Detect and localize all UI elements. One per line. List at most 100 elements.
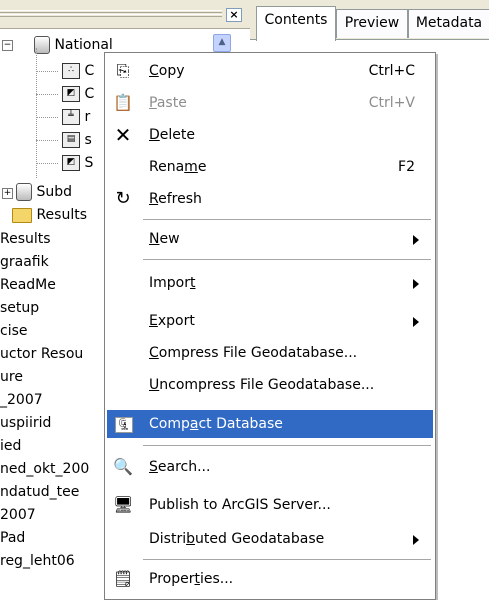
tree-item[interactable]: _2007 bbox=[0, 389, 43, 411]
menu-item-new[interactable]: New bbox=[107, 225, 433, 253]
menu-separator bbox=[143, 559, 431, 560]
pane-titlebar: × bbox=[0, 0, 250, 29]
collapse-icon[interactable]: − bbox=[2, 40, 13, 51]
tree-item-label: National bbox=[54, 37, 113, 53]
tree-item-national[interactable]: National bbox=[34, 34, 113, 56]
tree-item[interactable]: ndatud_tee bbox=[0, 481, 79, 503]
menu-item-label: Refresh bbox=[149, 191, 202, 207]
tree-item[interactable]: cise bbox=[0, 320, 28, 342]
menu-item-label: New bbox=[149, 231, 180, 247]
menu-item-label: Distributed Geodatabase bbox=[149, 531, 325, 547]
menu-item-label: Publish to ArcGIS Server... bbox=[149, 497, 331, 513]
tree-item[interactable]: setup bbox=[0, 297, 39, 319]
tree-item[interactable]: graafik bbox=[0, 251, 49, 273]
tree-item-child[interactable]: ▤ s bbox=[62, 129, 92, 151]
tree-item-child[interactable]: ╧ r bbox=[62, 106, 90, 128]
folder-icon bbox=[12, 207, 32, 223]
tree-item-label: ned_okt_200 bbox=[0, 461, 90, 477]
menu-item-label: Rename bbox=[149, 159, 207, 175]
tree-item-label: uspiirid bbox=[0, 415, 52, 431]
tree-item[interactable]: Pad bbox=[0, 527, 25, 549]
context-menu: ⎘ Copy Ctrl+C 📋 Paste Ctrl+V ✕ Delete Re… bbox=[104, 52, 436, 600]
publish-server-icon: 🖥 bbox=[113, 495, 134, 514]
menu-item-search[interactable]: 🔍 Search... bbox=[107, 453, 433, 481]
menu-item-compact-database[interactable]: 🗜 Compact Database bbox=[107, 410, 433, 438]
close-pane-button[interactable]: × bbox=[226, 8, 242, 22]
compact-database-icon: 🗜 bbox=[115, 417, 133, 433]
refresh-icon: ↻ bbox=[115, 188, 131, 209]
menu-item-import[interactable]: Import bbox=[107, 269, 433, 297]
tree-item-label: uctor Resou bbox=[0, 346, 84, 362]
tree-item-label: Results bbox=[0, 231, 51, 247]
tree-connector bbox=[36, 163, 58, 165]
tab-contents[interactable]: Contents bbox=[256, 6, 336, 41]
submenu-arrow-icon bbox=[413, 235, 419, 245]
tree-item-label: 2007 bbox=[0, 507, 36, 523]
tree-item[interactable]: Results bbox=[0, 228, 51, 250]
paste-icon: 📋 bbox=[113, 93, 133, 112]
pane-grip[interactable] bbox=[0, 10, 222, 13]
tree-item-label: S bbox=[84, 155, 94, 171]
tab-preview[interactable]: Preview bbox=[336, 9, 408, 38]
menu-item-shortcut: F2 bbox=[398, 159, 415, 175]
tree-item-label: s bbox=[84, 132, 92, 148]
tree-connector bbox=[36, 48, 38, 178]
search-icon: 🔍 bbox=[113, 457, 133, 476]
tab-metadata[interactable]: Metadata bbox=[408, 9, 489, 38]
tree-item[interactable]: ned_okt_200 bbox=[0, 458, 89, 480]
tree-item-label: graafik bbox=[0, 254, 49, 270]
menu-item-shortcut: Ctrl+C bbox=[368, 63, 415, 79]
submenu-arrow-icon bbox=[413, 279, 419, 289]
menu-separator bbox=[143, 219, 431, 220]
tree-item-label: reg_leht06 bbox=[0, 553, 75, 569]
tree-item-label: r bbox=[84, 109, 91, 125]
table-icon: ▤ bbox=[62, 132, 80, 148]
tree-item-label: C bbox=[84, 63, 95, 79]
tree-item[interactable]: ure bbox=[0, 366, 23, 388]
tree-connector bbox=[36, 94, 58, 96]
tree-item-label: ReadMe bbox=[0, 277, 56, 293]
tree-item[interactable]: ReadMe bbox=[0, 274, 56, 296]
pane-grip[interactable] bbox=[0, 14, 222, 17]
menu-item-label: Delete bbox=[149, 127, 195, 143]
tree-item-child[interactable]: ∴ C bbox=[62, 60, 94, 82]
menu-item-label: Uncompress File Geodatabase... bbox=[149, 377, 375, 393]
scroll-up-button[interactable]: ▲ bbox=[213, 34, 231, 52]
tree-item-results-folder[interactable]: Results bbox=[12, 204, 87, 226]
tree-item-child[interactable]: ◩ S bbox=[62, 152, 93, 174]
menu-item-distributed-geodatabase[interactable]: Distributed Geodatabase bbox=[107, 525, 433, 553]
tree-item[interactable]: reg_leht06 bbox=[0, 550, 75, 572]
geodatabase-icon bbox=[16, 183, 32, 201]
submenu-arrow-icon bbox=[413, 535, 419, 545]
tree-connector bbox=[36, 71, 58, 73]
tree-item-label: Subd bbox=[36, 184, 72, 200]
menu-item-label: Copy bbox=[149, 63, 185, 79]
menu-item-shortcut: Ctrl+V bbox=[368, 95, 415, 111]
menu-item-delete[interactable]: ✕ Delete bbox=[107, 121, 433, 149]
tree-item[interactable]: uctor Resou bbox=[0, 343, 83, 365]
tree-item-child[interactable]: ◩ C bbox=[62, 83, 94, 105]
tree-item-label: setup bbox=[0, 300, 40, 316]
menu-item-refresh[interactable]: ↻ Refresh bbox=[107, 185, 433, 213]
menu-item-copy[interactable]: ⎘ Copy Ctrl+C bbox=[107, 57, 433, 85]
menu-separator bbox=[143, 445, 431, 446]
tree-item-label: C bbox=[84, 86, 95, 102]
properties-icon: 🗒 bbox=[113, 569, 134, 588]
tree-item-label: Pad bbox=[0, 530, 26, 546]
menu-item-rename[interactable]: Rename F2 bbox=[107, 153, 433, 181]
menu-item-label: Export bbox=[149, 313, 195, 329]
expand-icon[interactable]: + bbox=[2, 188, 13, 199]
menu-item-label: Import bbox=[149, 275, 196, 291]
menu-item-properties[interactable]: 🗒 Properties... bbox=[107, 565, 433, 593]
menu-item-label: Properties... bbox=[149, 571, 234, 587]
tree-item[interactable]: uspiirid bbox=[0, 412, 51, 434]
menu-item-export[interactable]: Export bbox=[107, 307, 433, 335]
tree-item-label: ndatud_tee bbox=[0, 484, 80, 500]
menu-item-paste[interactable]: 📋 Paste Ctrl+V bbox=[107, 89, 433, 117]
tree-item[interactable]: ied bbox=[0, 435, 21, 457]
tree-item-subd[interactable]: Subd bbox=[16, 181, 72, 203]
menu-item-compress[interactable]: Compress File Geodatabase... bbox=[107, 339, 433, 367]
menu-item-uncompress[interactable]: Uncompress File Geodatabase... bbox=[107, 371, 433, 399]
menu-item-publish[interactable]: 🖥 Publish to ArcGIS Server... bbox=[107, 491, 433, 519]
tree-item[interactable]: 2007 bbox=[0, 504, 36, 526]
